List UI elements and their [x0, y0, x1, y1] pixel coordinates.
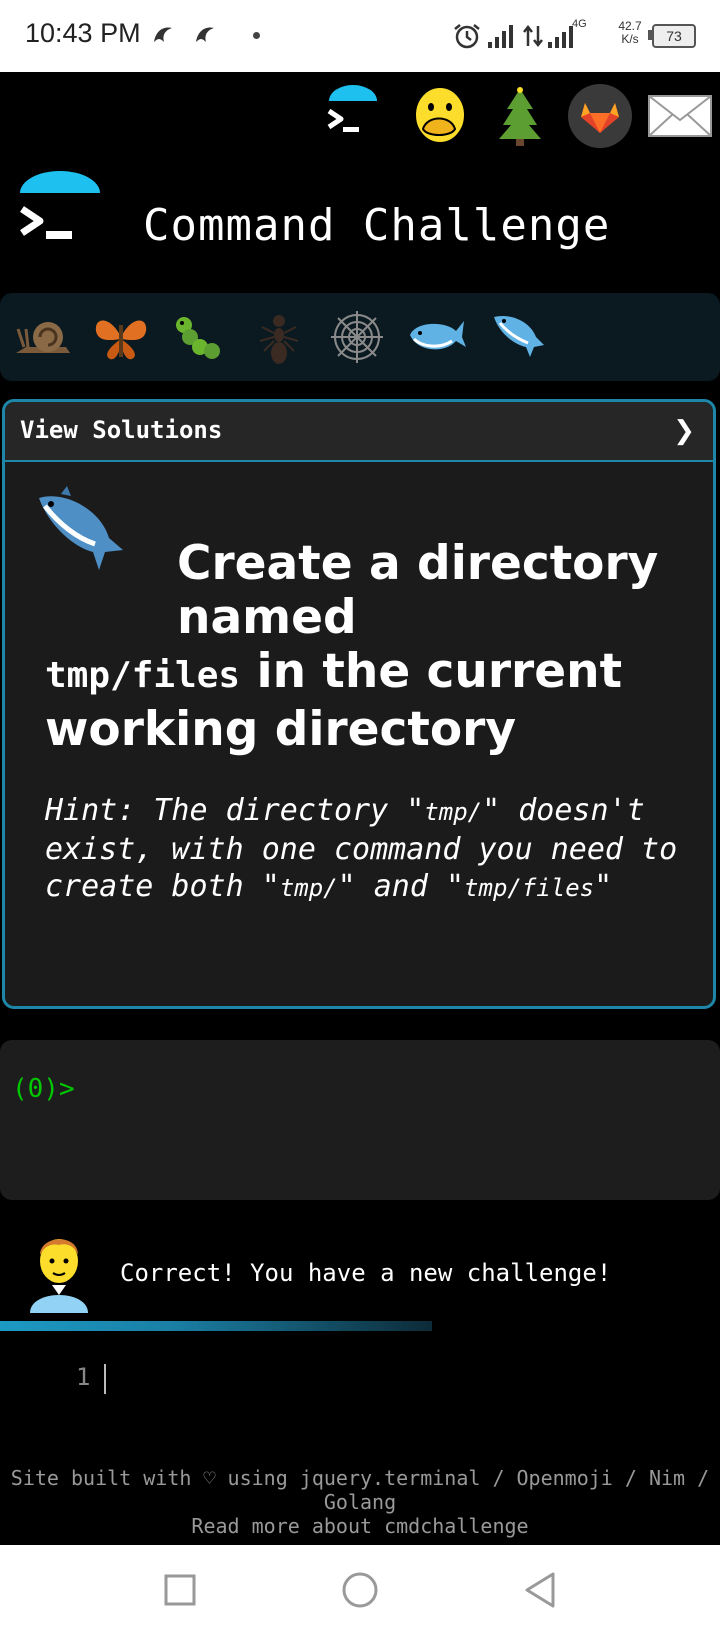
mail-icon[interactable]: [645, 81, 715, 151]
feedback-row: Correct! You have a new challenge!: [0, 1215, 720, 1315]
circle-icon: [342, 1572, 378, 1608]
view-solutions-button[interactable]: View Solutions ❯: [5, 402, 713, 462]
umbrella-icon: [20, 171, 100, 193]
hint-code: tmp/files: [464, 874, 595, 902]
net-speed: 42.7 K/s: [613, 20, 647, 46]
footer-read-more-link[interactable]: Read more about cmdchallenge: [0, 1514, 720, 1538]
back-triangle-icon: [525, 1572, 555, 1608]
challenge-title-code: tmp/files: [45, 655, 241, 696]
battery-icon: 73: [652, 24, 696, 48]
terminal[interactable]: (0)>: [0, 1040, 720, 1200]
signal-icon: [548, 26, 573, 48]
challenge-title: Create a directory named tmp/files in th…: [45, 537, 685, 757]
caterpillar-icon[interactable]: [170, 307, 232, 367]
top-nav: [0, 75, 720, 155]
square-icon: [164, 1574, 196, 1606]
snail-icon[interactable]: [12, 307, 74, 367]
net-speed-unit: K/s: [621, 32, 639, 46]
hint-code: tmp/: [424, 798, 483, 826]
app-notification-icon: [154, 27, 172, 42]
hint-text-part: Hint: The directory ": [45, 793, 425, 828]
ant-icon[interactable]: [248, 307, 310, 367]
progress-fill: [0, 1321, 432, 1331]
header: Command Challenge: [0, 165, 720, 285]
progress-bar: [0, 1321, 720, 1331]
challenge-hint: Hint: The directory "tmp/" doesn't exist…: [45, 792, 685, 907]
code-editor[interactable]: 1: [0, 1340, 720, 1440]
terminal-prompt: (0)>: [12, 1074, 75, 1104]
view-solutions-label: View Solutions: [20, 416, 223, 444]
page-title: Command Challenge: [143, 200, 611, 251]
butterfly-icon[interactable]: [90, 307, 152, 367]
hint-text-part: ": [594, 869, 613, 904]
hint-code: tmp/: [279, 874, 338, 902]
face-with-hand-over-mouth-icon[interactable]: [405, 81, 475, 151]
person-avatar-icon: [30, 1239, 88, 1313]
footer: Site built with ♡ using jquery.terminal …: [0, 1466, 720, 1538]
challenge-card: View Solutions ❯ Create a directory name…: [2, 399, 716, 1009]
status-dot: [253, 32, 260, 39]
alarm-icon: [454, 24, 480, 49]
feedback-message: Correct! You have a new challenge!: [120, 1259, 612, 1287]
whale-icon[interactable]: [406, 307, 468, 367]
tree-icon[interactable]: [485, 81, 555, 151]
status-time: 10:43 PM: [25, 18, 141, 48]
challenge-title-part1: Create a directory named: [177, 536, 659, 645]
spider-web-icon[interactable]: [326, 307, 388, 367]
line-number: 1: [76, 1363, 91, 1391]
app-notification-icon: [196, 27, 214, 42]
footer-credits: Site built with ♡ using jquery.terminal …: [10, 1466, 710, 1514]
signal-icon: [488, 25, 513, 48]
back-button[interactable]: [515, 1565, 565, 1615]
dolphin-icon[interactable]: [486, 307, 548, 367]
text-cursor: [104, 1364, 106, 1394]
hint-text-part: " and ": [337, 869, 465, 904]
level-bar: [0, 293, 720, 381]
recent-apps-button[interactable]: [155, 1565, 205, 1615]
status-bar: 10:43 PM 4G 42.7 K/s 73: [0, 0, 720, 72]
home-button[interactable]: [335, 1565, 385, 1615]
terminal-logo-icon[interactable]: [318, 81, 388, 151]
gitlab-icon[interactable]: [565, 81, 635, 151]
chevron-right-icon: ❯: [673, 416, 695, 446]
system-nav-bar: [0, 1545, 720, 1640]
data-arrows-icon: [523, 24, 543, 48]
terminal-prompt-icon: [20, 206, 72, 239]
